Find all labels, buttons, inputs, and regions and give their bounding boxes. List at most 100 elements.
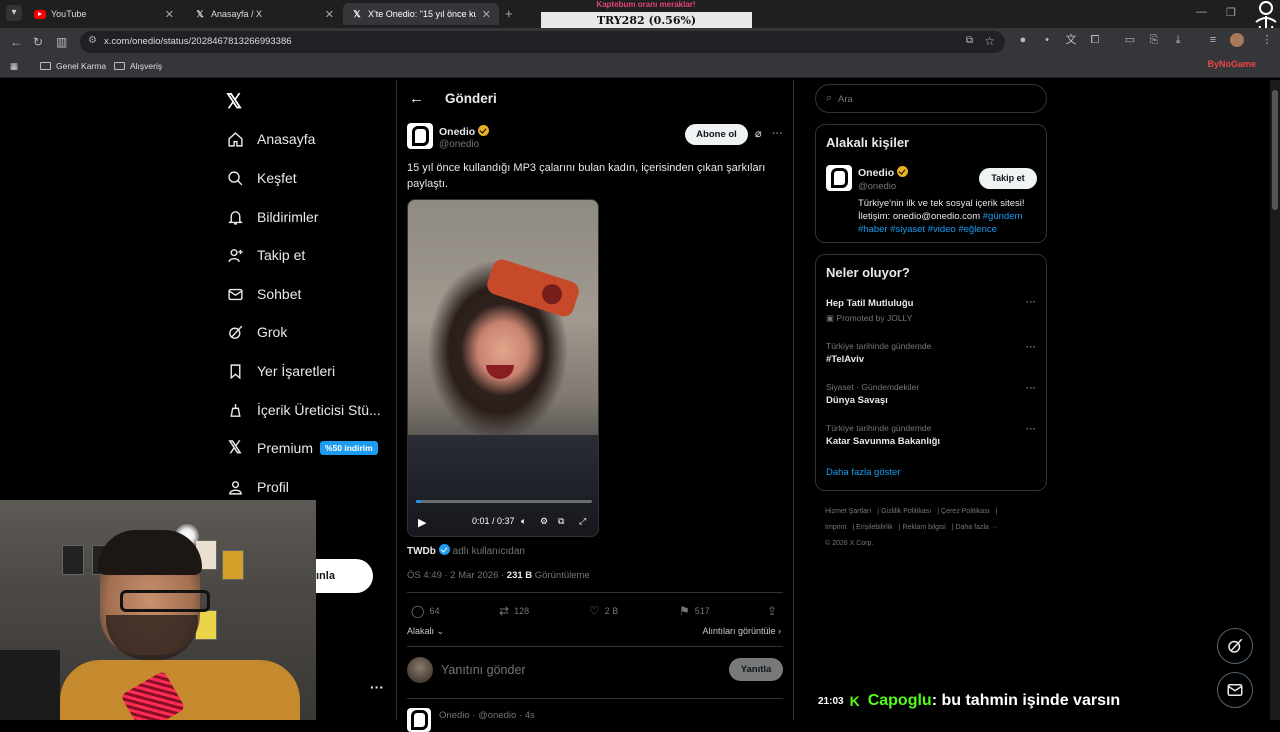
- view-quotes-link[interactable]: Alıntıları görüntüle ›: [702, 626, 781, 636]
- minimize-button[interactable]: —: [1196, 6, 1207, 18]
- next-post-header[interactable]: Onedio · @onedio · 4s: [439, 710, 535, 721]
- bookmark-action[interactable]: ⚑ 517: [679, 604, 710, 618]
- post-detail-column: ← Gönderi Onedio @onedio Abone ol ⌀ ··· …: [396, 80, 794, 732]
- video-progress-bar[interactable]: [416, 500, 592, 503]
- post-more-icon[interactable]: ···: [772, 128, 783, 140]
- footer-link[interactable]: Erişilebilirlik: [856, 524, 893, 531]
- new-tab-button[interactable]: +: [505, 6, 513, 21]
- scrollbar-thumb[interactable]: [1272, 90, 1278, 210]
- reply-button[interactable]: Yanıtla: [729, 658, 783, 681]
- author-avatar[interactable]: [407, 123, 433, 149]
- trend-item[interactable]: Katar Savunma Bakanlığı: [826, 436, 940, 447]
- trend-more-icon[interactable]: ···: [1026, 383, 1036, 394]
- related-person-name[interactable]: Onedio: [858, 166, 909, 179]
- nav-notifications[interactable]: Bildirimler: [226, 203, 318, 231]
- author-name[interactable]: Onedio: [439, 125, 490, 138]
- grok-float-button[interactable]: [1217, 628, 1253, 664]
- maximize-button[interactable]: ❐: [1226, 6, 1236, 19]
- nav-bookmarks[interactable]: Yer İşaretleri: [226, 357, 335, 385]
- related-person-avatar[interactable]: [826, 165, 852, 191]
- close-tab-icon[interactable]: ✕: [482, 8, 491, 21]
- related-person-handle[interactable]: @onedio: [858, 181, 896, 192]
- page-scrollbar[interactable]: [1270, 80, 1280, 720]
- video-source[interactable]: TWDb adlı kullanıcıdan: [407, 544, 525, 557]
- trend-meta: Türkiye tarihinde gündemde: [826, 341, 932, 351]
- footer-link[interactable]: Daha fazla ···: [955, 524, 997, 531]
- add-user-icon: [226, 246, 244, 264]
- media-icon[interactable]: ≡: [1206, 33, 1220, 47]
- tab-onedio-post[interactable]: 𝕏 X'te Onedio: "15 yıl önce kullan ✕: [343, 3, 499, 25]
- nav-premium[interactable]: 𝕏 Premium: [226, 434, 313, 462]
- verified-badge-icon: [438, 544, 450, 555]
- profile-avatar-icon[interactable]: [1230, 33, 1244, 47]
- post-button[interactable]: ınla: [316, 559, 373, 593]
- close-tab-icon[interactable]: ✕: [325, 8, 334, 21]
- tab-x-home[interactable]: 𝕏 Anasayfa / X ✕: [186, 3, 342, 25]
- like-action[interactable]: ♡ 2 B: [589, 604, 618, 618]
- grok-explain-icon[interactable]: ⌀: [755, 127, 762, 140]
- install-app-icon[interactable]: ⧉: [966, 35, 973, 46]
- trend-item[interactable]: Dünya Savaşı: [826, 395, 888, 406]
- url-field[interactable]: ⚙ x.com/onedio/status/202846781326699338…: [80, 31, 1005, 53]
- nav-grok[interactable]: Grok: [226, 318, 287, 346]
- show-more-link[interactable]: Daha fazla göster: [826, 467, 900, 478]
- trend-more-icon[interactable]: ···: [1026, 342, 1036, 353]
- account-menu-icon[interactable]: ···: [370, 679, 384, 695]
- tab-search-button[interactable]: ▾: [6, 5, 22, 21]
- x-logo-icon[interactable]: 𝕏: [226, 89, 242, 114]
- nav-creator-studio[interactable]: İçerik Üreticisi Stü...: [226, 396, 381, 424]
- nav-profile[interactable]: Profil: [226, 473, 289, 501]
- play-icon[interactable]: ▶: [418, 516, 426, 529]
- messages-float-button[interactable]: [1217, 672, 1253, 708]
- settings-icon[interactable]: ⚙: [540, 516, 548, 527]
- subscribe-button[interactable]: Abone ol: [685, 124, 748, 145]
- footer-link[interactable]: Çerez Politikası: [941, 508, 990, 515]
- share-action[interactable]: ⇪: [767, 604, 782, 618]
- bookmark-genel-karma[interactable]: Genel Karma: [40, 61, 106, 71]
- pip-icon[interactable]: ⧉: [558, 516, 564, 527]
- bookmark-alisveris[interactable]: Alışveriş: [114, 61, 162, 71]
- back-arrow-icon[interactable]: ←: [409, 90, 424, 107]
- related-sort-dropdown[interactable]: Alakalı ⌄: [407, 626, 444, 637]
- trend-item[interactable]: #TelAviv: [826, 354, 864, 365]
- nav-chat[interactable]: Sohbet: [226, 280, 301, 308]
- tab-youtube[interactable]: YouTube ✕: [26, 3, 182, 25]
- tab-search-icon[interactable]: ▭: [1123, 33, 1137, 47]
- reply-input[interactable]: Yanıtını gönder: [441, 663, 526, 677]
- footer-link[interactable]: Gizlilik Politikası: [881, 508, 931, 515]
- extension-icon[interactable]: ●: [1016, 33, 1030, 47]
- footer-link[interactable]: Reklam bilgisi: [903, 524, 946, 531]
- nav-explore[interactable]: Keşfet: [226, 164, 297, 192]
- footer-link[interactable]: Imprint: [825, 524, 846, 531]
- fullscreen-icon[interactable]: ⤢: [579, 516, 586, 527]
- reload-icon[interactable]: ↻: [33, 35, 43, 49]
- search-input[interactable]: ⌕ Ara: [815, 84, 1047, 113]
- nav-follow[interactable]: Takip et: [226, 241, 305, 269]
- follow-button[interactable]: Takip et: [979, 168, 1037, 189]
- video-player[interactable]: ▶ 0:01 / 0:37 🔈︎ ⚙ ⧉ ⤢: [407, 199, 599, 537]
- repost-action[interactable]: ⇄ 128: [499, 604, 529, 618]
- apps-grid-icon[interactable]: ▦: [10, 61, 18, 72]
- close-tab-icon[interactable]: ✕: [165, 8, 174, 21]
- site-info-icon[interactable]: ⚙: [88, 35, 97, 46]
- extensions-puzzle-icon[interactable]: ⧠: [1088, 33, 1102, 47]
- download-icon[interactable]: ⤓: [1171, 33, 1185, 47]
- trend-more-icon[interactable]: ···: [1026, 424, 1036, 435]
- trend-more-icon[interactable]: ···: [1026, 297, 1036, 308]
- back-icon[interactable]: ←: [10, 35, 22, 49]
- trend-item[interactable]: Hep Tatil Mutluluğu: [826, 298, 913, 309]
- translate-icon[interactable]: 文: [1064, 33, 1078, 47]
- next-post-avatar[interactable]: [407, 708, 431, 732]
- browser-menu-icon[interactable]: ⋮: [1260, 33, 1274, 47]
- bookmark-star-icon[interactable]: ☆: [984, 34, 995, 48]
- footer-link[interactable]: Hizmet Şartları: [825, 508, 871, 515]
- extension-icon[interactable]: •: [1040, 33, 1054, 47]
- sidebar-toggle-icon[interactable]: ▥: [56, 35, 67, 49]
- nav-home[interactable]: Anasayfa: [226, 125, 315, 153]
- screenshot-icon[interactable]: ⎘: [1147, 33, 1161, 47]
- video-frame-detail: [486, 365, 514, 379]
- reply-action[interactable]: ◯ 64: [411, 604, 439, 618]
- author-handle[interactable]: @onedio: [439, 139, 479, 150]
- x-icon: 𝕏: [196, 8, 204, 19]
- volume-icon[interactable]: 🔈︎: [521, 516, 526, 527]
